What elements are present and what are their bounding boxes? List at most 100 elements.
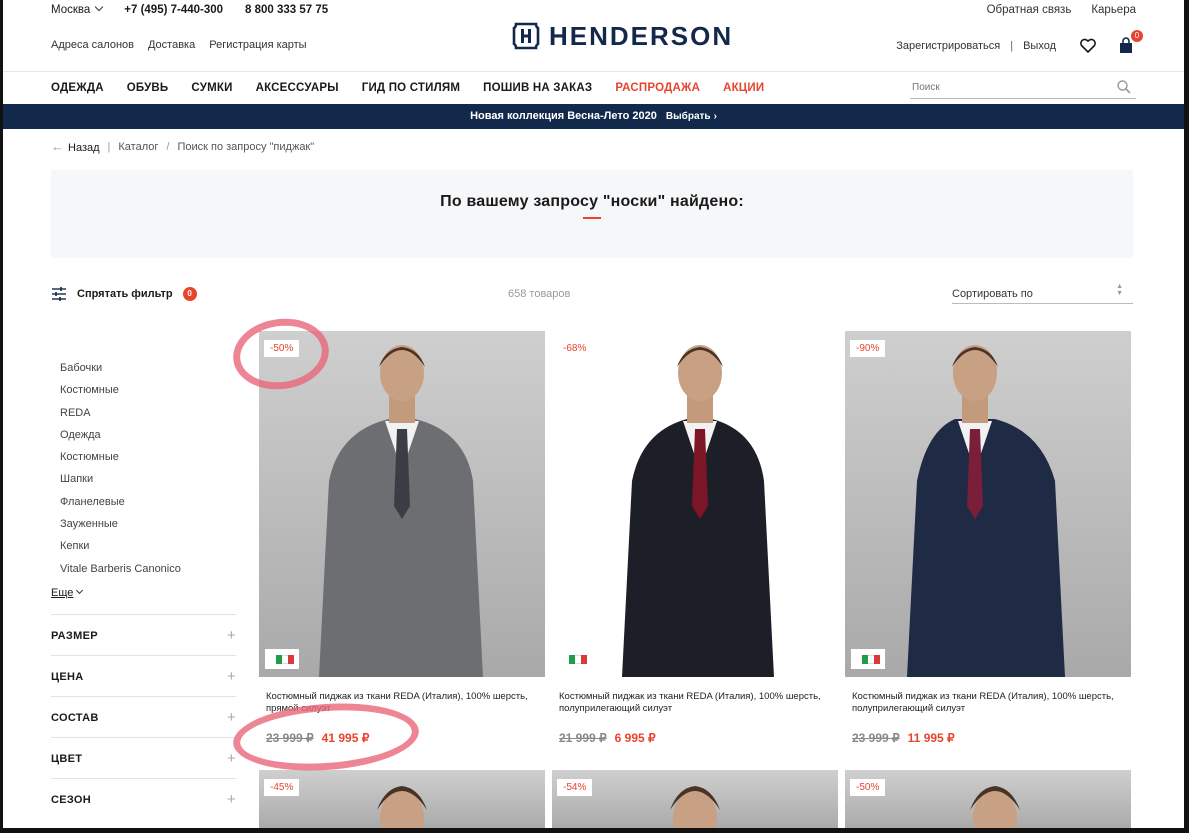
sort-select[interactable]: Сортировать по ▲ ▼: [952, 282, 1133, 304]
back-link[interactable]: ← Назад: [51, 139, 100, 154]
category-item[interactable]: Шапки: [60, 473, 181, 495]
facet-color[interactable]: ЦВЕТ +: [51, 737, 236, 778]
facet-label: СОСТАВ: [51, 712, 99, 724]
sale-price: 6 995 ₽: [614, 731, 656, 745]
browser-viewport: Москва +7 (495) 7-440-300 8 800 333 57 7…: [3, 0, 1184, 828]
product-card[interactable]: -68% Костюмный пиджак из ткани REDA (Ита…: [552, 331, 838, 751]
breadcrumb-catalog[interactable]: Каталог: [118, 141, 158, 153]
italy-flag-icon: [851, 649, 885, 669]
search-icon[interactable]: [1116, 79, 1132, 95]
old-price: 23 999 ₽: [852, 731, 900, 745]
product-card[interactable]: -90% Костюмный пиджак из ткани REDA (Ита…: [845, 331, 1131, 751]
nav-bags[interactable]: СУМКИ: [191, 82, 232, 94]
product-image[interactable]: -68%: [552, 331, 838, 677]
nav-accessories[interactable]: АКСЕССУАРЫ: [256, 82, 339, 94]
main-nav: ОДЕЖДА ОБУВЬ СУМКИ АКСЕССУАРЫ ГИД ПО СТИ…: [51, 82, 764, 94]
plus-icon: +: [226, 709, 236, 726]
product-title[interactable]: Костюмный пиджак из ткани REDA (Италия),…: [852, 691, 1120, 715]
arrow-left-icon: ←: [51, 139, 64, 154]
careers-link[interactable]: Карьера: [1091, 4, 1136, 16]
facet-price[interactable]: ЦЕНА +: [51, 655, 236, 696]
model-head-illustration: [970, 786, 1020, 828]
product-card[interactable]: -45%: [259, 770, 545, 828]
brand-name: HENDERSON: [549, 20, 734, 51]
search-input[interactable]: [910, 77, 1100, 97]
cart-count-badge: 0: [1131, 30, 1143, 42]
product-card[interactable]: -54%: [552, 770, 838, 828]
brand-logo[interactable]: HENDERSON: [511, 20, 733, 52]
suit-model-illustration: [622, 345, 774, 677]
stores-link[interactable]: Адреса салонов: [51, 39, 134, 51]
plus-icon: +: [226, 668, 236, 685]
wishlist-heart-icon[interactable]: [1078, 36, 1098, 56]
plus-icon: +: [226, 750, 236, 767]
hide-filter-button[interactable]: Спрятать фильтр 0: [51, 287, 197, 301]
search-box: [910, 77, 1136, 99]
category-item[interactable]: Зауженные: [60, 518, 181, 540]
breadcrumb-current: Поиск по запросу "пиджак": [177, 140, 315, 153]
nav-sale[interactable]: РАСПРОДАЖА: [615, 82, 700, 94]
facet-label: РАЗМЕР: [51, 630, 98, 642]
chevron-down-icon: [95, 2, 104, 12]
breadcrumb: ← Назад | Каталог / Поиск по запросу "пид…: [51, 139, 314, 154]
category-item[interactable]: Vitale Barberis Canonico: [60, 563, 181, 585]
nav-shoes[interactable]: ОБУВЬ: [127, 82, 169, 94]
product-image[interactable]: -90%: [845, 331, 1131, 677]
city-selector[interactable]: Москва: [51, 2, 104, 16]
product-title[interactable]: Костюмный пиджак из ткани REDA (Италия),…: [559, 691, 827, 715]
nav-clothes[interactable]: ОДЕЖДА: [51, 82, 104, 94]
category-item[interactable]: REDA: [60, 407, 181, 429]
top-bar: Москва +7 (495) 7-440-300 8 800 333 57 7…: [51, 2, 1136, 20]
product-prices: 23 999 ₽ 11 995 ₽: [852, 731, 955, 745]
facet-label: ЦВЕТ: [51, 753, 83, 765]
category-item[interactable]: Костюмные: [60, 451, 181, 473]
category-item[interactable]: Костюмные: [60, 384, 181, 406]
category-item[interactable]: Фланелевые: [60, 496, 181, 518]
logo-h-icon: [512, 22, 540, 50]
product-image[interactable]: -50%: [845, 770, 1131, 828]
product-card[interactable]: -50% Костюмный пиджак из ткани REDA (Ита…: [259, 331, 545, 751]
cart-bag-icon[interactable]: 0: [1116, 30, 1143, 56]
phone-moscow[interactable]: +7 (495) 7-440-300: [124, 4, 223, 16]
suit-model-illustration: [907, 345, 1065, 677]
sort-arrows-icon: ▲ ▼: [1116, 283, 1123, 297]
discount-badge: -90%: [850, 340, 886, 357]
city-label: Москва: [51, 4, 91, 16]
phone-free[interactable]: 8 800 333 57 75: [245, 4, 328, 16]
product-prices: 21 999 ₽ 6 995 ₽: [559, 731, 656, 745]
model-head-illustration: [670, 786, 720, 828]
card-registration-link[interactable]: Регистрация карты: [209, 39, 306, 51]
nav-tailoring[interactable]: ПОШИВ НА ЗАКАЗ: [483, 82, 592, 94]
product-card[interactable]: -50%: [845, 770, 1131, 828]
show-more-categories[interactable]: Еще: [51, 586, 84, 599]
product-image[interactable]: -54%: [552, 770, 838, 828]
promo-banner[interactable]: Новая коллекция Весна-Лето 2020 Выбрать: [3, 104, 1184, 129]
product-image[interactable]: -45%: [259, 770, 545, 828]
discount-badge: -54%: [557, 779, 593, 796]
title-underline: [583, 217, 601, 219]
logout-link[interactable]: Выход: [1023, 40, 1056, 52]
discount-badge: -68%: [557, 340, 593, 357]
italy-flag-icon: [265, 649, 299, 669]
breadcrumb-divider: /: [166, 140, 170, 153]
discount-badge: -50%: [850, 779, 886, 796]
nav-promotions[interactable]: АКЦИИ: [723, 82, 764, 94]
register-link[interactable]: Зарегистрироваться: [896, 40, 1000, 52]
category-item[interactable]: Одежда: [60, 429, 181, 451]
feedback-link[interactable]: Обратная связь: [987, 4, 1072, 16]
results-count: 658 товаров: [508, 288, 571, 300]
promo-cta[interactable]: Выбрать: [666, 111, 717, 122]
facet-label: СЕЗОН: [51, 794, 92, 806]
italy-flag-icon: [558, 649, 592, 669]
facet-composition[interactable]: СОСТАВ +: [51, 696, 236, 737]
category-item[interactable]: Кепки: [60, 540, 181, 562]
header-divider: [3, 71, 1184, 72]
facet-size[interactable]: РАЗМЕР +: [51, 614, 236, 655]
delivery-link[interactable]: Доставка: [148, 39, 195, 51]
plus-icon: +: [226, 627, 236, 644]
category-item[interactable]: Бабочки: [60, 362, 181, 384]
search-results-header: По вашему запросу "носки" найдено:: [51, 170, 1133, 258]
filter-sliders-icon: [52, 287, 66, 301]
facet-season[interactable]: СЕЗОН +: [51, 778, 236, 819]
nav-style-guide[interactable]: ГИД ПО СТИЛЯМ: [362, 82, 460, 94]
